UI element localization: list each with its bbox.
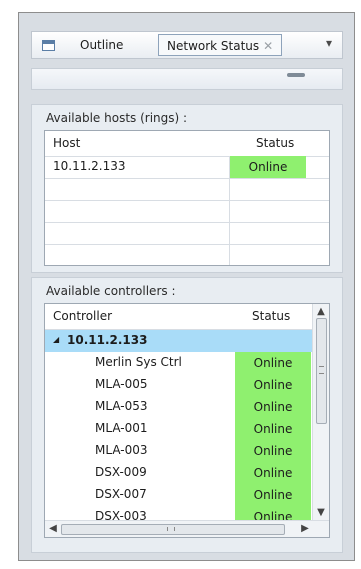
controller-name: DSX-009	[95, 465, 147, 479]
tab-outline[interactable]: Outline	[68, 35, 135, 55]
row-divider	[45, 178, 329, 179]
table-row[interactable]: 10.11.2.133 Online	[45, 156, 329, 178]
view-tab-bar: Outline Network Status ✕ ▾	[31, 31, 343, 59]
vertical-scrollbar[interactable]: ▲ ▼	[312, 304, 329, 521]
scroll-right-arrow[interactable]: ▶	[297, 521, 313, 537]
panel-toolbar	[31, 68, 343, 90]
controller-name: Merlin Sys Ctrl	[95, 355, 182, 369]
hosts-table: Host Status 10.11.2.133 Online	[44, 130, 330, 266]
table-row[interactable]: MLA-001 Online	[45, 418, 313, 440]
row-divider	[45, 200, 329, 201]
controller-name: DSX-007	[95, 487, 147, 501]
horizontal-scrollbar[interactable]: ◀ ▶	[45, 520, 329, 537]
hosts-group-label: Available hosts (rings) :	[46, 111, 188, 125]
table-row[interactable]: MLA-003 Online	[45, 440, 313, 462]
table-row[interactable]: MLA-053 Online	[45, 396, 313, 418]
table-row[interactable]: MLA-005 Online	[45, 374, 313, 396]
status-badge: Online	[235, 374, 311, 396]
tree-group-row[interactable]: ◢ 10.11.2.133	[45, 330, 313, 352]
status-badge: Online	[235, 418, 311, 440]
controllers-group: Available controllers : Controller Statu…	[31, 277, 343, 553]
hosts-group: Available hosts (rings) : Host Status 10…	[31, 104, 343, 273]
grip-icon	[167, 527, 175, 531]
vertical-scroll-thumb[interactable]	[316, 318, 327, 424]
table-row[interactable]: Merlin Sys Ctrl Online	[45, 352, 313, 374]
status-badge: Online	[235, 462, 311, 484]
grip-icon[interactable]	[287, 73, 305, 77]
chevron-down-icon[interactable]: ▾	[326, 36, 332, 50]
hosts-table-header: Host Status	[45, 131, 329, 157]
table-row[interactable]: DSX-007 Online	[45, 484, 313, 506]
horizontal-scroll-thumb[interactable]	[61, 524, 285, 535]
controller-name: MLA-003	[95, 443, 148, 457]
status-badge: Online	[235, 440, 311, 462]
status-badge: Online	[235, 484, 311, 506]
controllers-tree-table: Controller Status ◢ 10.11.2.133 Merlin S…	[44, 303, 330, 538]
column-header-controller[interactable]: Controller	[53, 309, 112, 323]
table-row[interactable]: DSX-009 Online	[45, 462, 313, 484]
close-icon[interactable]: ✕	[263, 39, 273, 53]
row-divider	[45, 222, 329, 223]
status-badge: Online	[230, 156, 306, 178]
tab-network-status[interactable]: Network Status ✕	[158, 34, 283, 56]
status-badge: Online	[235, 352, 311, 374]
column-header-status[interactable]: Status	[252, 309, 290, 323]
network-status-window: Outline Network Status ✕ ▾ Available host…	[18, 12, 355, 561]
column-header-status[interactable]: Status	[256, 136, 294, 150]
collapse-triangle-icon[interactable]: ◢	[53, 335, 59, 344]
grip-icon	[319, 366, 324, 374]
controller-name: MLA-053	[95, 399, 148, 413]
controller-name: MLA-005	[95, 377, 148, 391]
window-icon	[42, 40, 55, 51]
row-divider	[45, 244, 329, 245]
scroll-down-arrow[interactable]: ▼	[313, 505, 329, 521]
controllers-group-label: Available controllers :	[46, 284, 176, 298]
status-badge: Online	[235, 396, 311, 418]
scroll-left-arrow[interactable]: ◀	[45, 521, 61, 537]
host-cell: 10.11.2.133	[53, 159, 126, 173]
controller-name: MLA-001	[95, 421, 148, 435]
group-name: 10.11.2.133	[67, 333, 148, 347]
controllers-table-header: Controller Status	[45, 304, 313, 330]
column-header-host[interactable]: Host	[53, 136, 80, 150]
tab-network-status-label: Network Status	[167, 39, 260, 53]
